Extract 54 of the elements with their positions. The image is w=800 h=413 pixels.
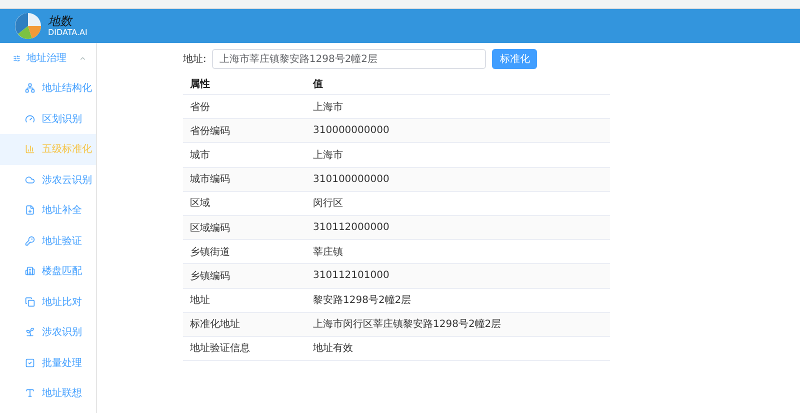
table-cell-text: 黎安路1298号2幢2层 xyxy=(312,294,412,308)
table-cell-text: 310000000000 xyxy=(312,125,390,136)
sidebar-item[interactable]: 批量处理 xyxy=(0,348,96,378)
table-cell-text: 乡镇街道 xyxy=(189,246,231,259)
network-icon xyxy=(25,83,35,94)
sidebar-item[interactable]: 地址联想 xyxy=(0,378,96,408)
table-cell-text: 上海市 xyxy=(312,100,344,114)
table-cell-text: 上海市闵行区莘庄镇黎安路1298号2幢2层 xyxy=(312,318,502,332)
chart-icon xyxy=(25,144,35,154)
key-icon xyxy=(25,236,35,246)
standardize-button[interactable]: 标准化 xyxy=(492,49,538,69)
address-input[interactable]: 上海市莘庄镇黎安路1298号2幢2层 xyxy=(212,49,486,69)
table-cell-text: 标准化地址 xyxy=(189,318,241,332)
logo-icon xyxy=(14,12,42,40)
sliders-icon xyxy=(13,54,20,62)
menu-group[interactable]: 地址治理 xyxy=(0,43,96,73)
table-cell-text: 地址验证信息 xyxy=(189,342,251,356)
logo-text: 地数 xyxy=(48,15,74,27)
sidebar-item[interactable]: 地址比对 xyxy=(0,286,96,317)
table-cell-text: 地址 xyxy=(189,294,211,308)
gauge-icon xyxy=(25,114,35,124)
column-header: 值 xyxy=(312,78,324,90)
table-cell-text: 莘庄镇 xyxy=(312,246,344,259)
table-cell-text: 310112000000 xyxy=(312,222,390,234)
table-cell-text: 310100000000 xyxy=(312,174,390,185)
sidebar-item[interactable]: 涉农识别 xyxy=(0,317,96,348)
sidebar-item[interactable]: 区划识别 xyxy=(0,104,96,134)
sidebar-item[interactable]: 地址补全 xyxy=(0,195,96,226)
column-header: 属性 xyxy=(189,78,211,90)
table-cell-text: 区域编码 xyxy=(189,222,231,235)
logo-subtext: DIDATA.AI xyxy=(48,29,88,37)
sidebar-item[interactable]: 地址结构化 xyxy=(0,73,96,104)
sidebar-item[interactable]: 楼盘匹配 xyxy=(0,256,96,286)
sidebar-item[interactable]: 地址验证 xyxy=(0,226,96,256)
table-cell-text: 310112101000 xyxy=(312,270,390,282)
table-cell-text: 上海市 xyxy=(312,148,344,162)
table-cell-text: 区域 xyxy=(189,196,211,210)
cloud-icon xyxy=(25,174,35,185)
copy-icon xyxy=(25,296,35,307)
file-plus-icon xyxy=(25,205,35,216)
building-icon xyxy=(25,266,35,276)
table-cell-text: 省份 xyxy=(189,100,211,114)
sprout-icon xyxy=(25,327,35,338)
text-icon xyxy=(25,388,35,398)
field-label: 地址: xyxy=(183,52,206,66)
table-cell-text: 乡镇编码 xyxy=(189,270,231,283)
table-cell-text: 城市编码 xyxy=(189,172,231,186)
table-cell-text: 城市 xyxy=(189,148,211,162)
table-cell-text: 地址有效 xyxy=(312,342,354,356)
sidebar-item[interactable]: 五级标准化 xyxy=(0,134,96,164)
table-cell-text: 省份编码 xyxy=(189,124,231,138)
checkbox-icon xyxy=(25,358,35,368)
table-cell-text: 闵行区 xyxy=(312,197,344,210)
sidebar-item[interactable]: 涉农云识别 xyxy=(0,164,96,195)
